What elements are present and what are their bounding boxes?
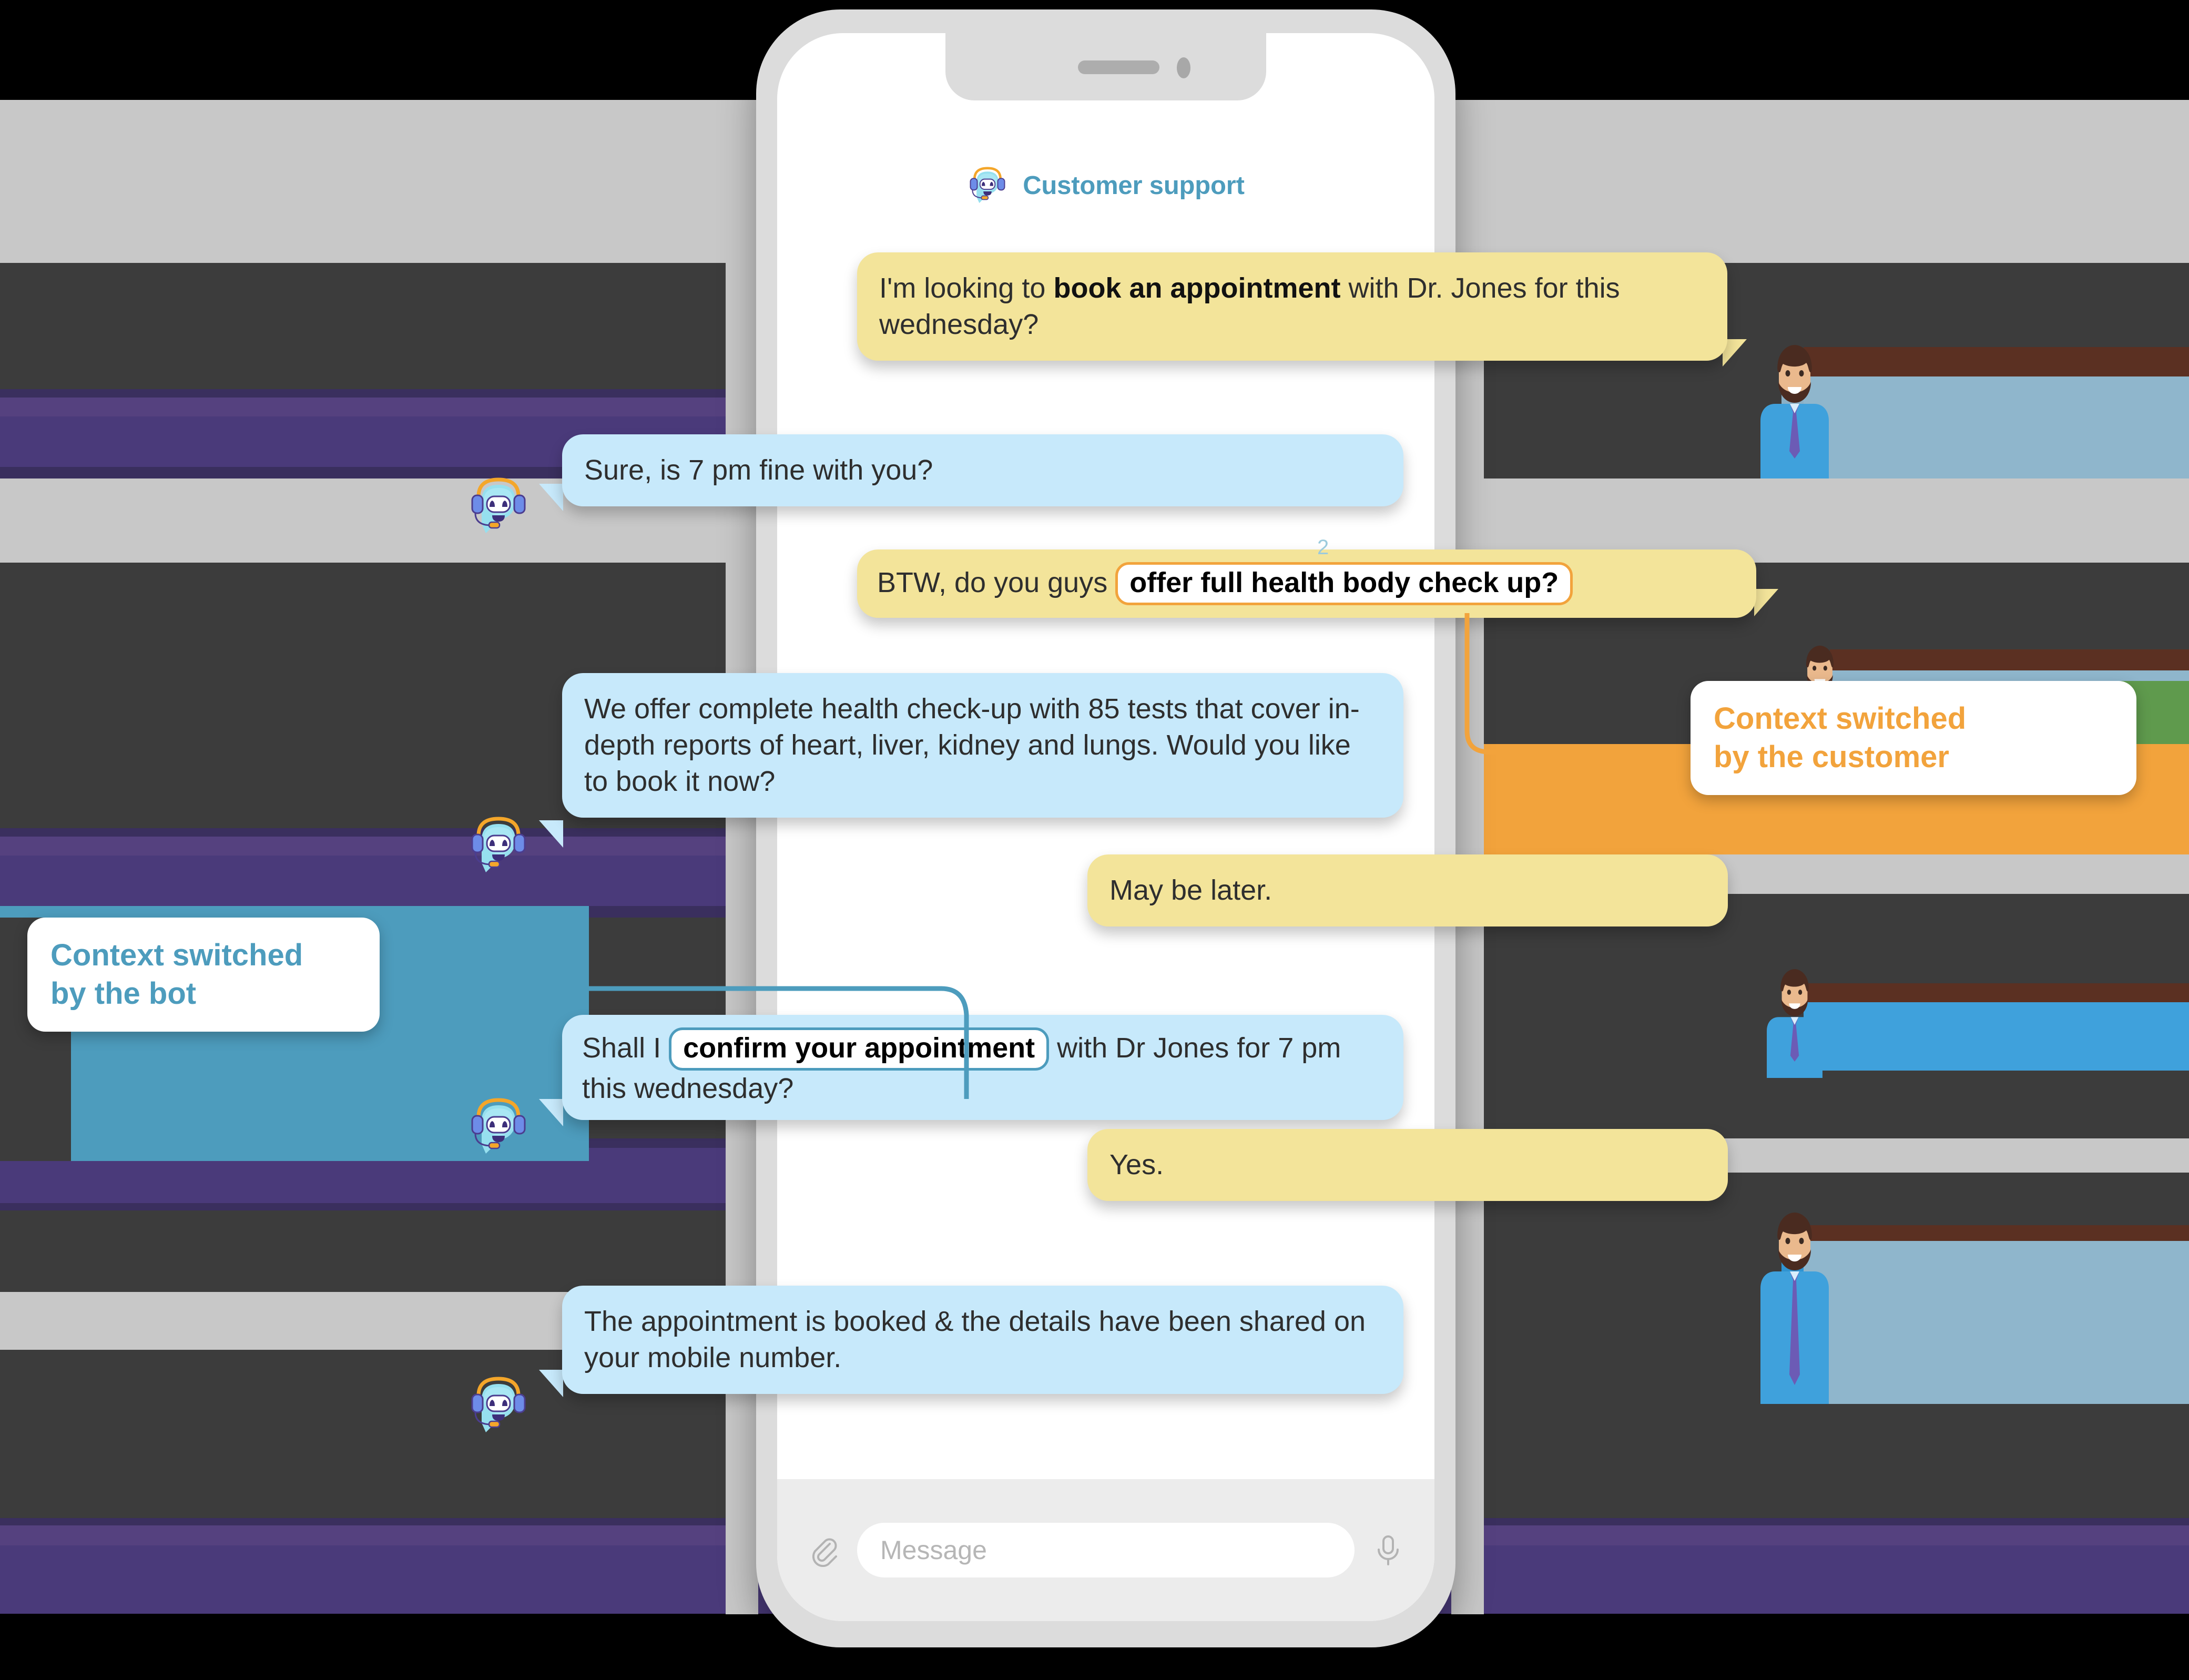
avatar-user-4 [1760,1204,1829,1404]
chat-bubble-user-3: BTW, do you guys offer full health body … [857,549,1756,618]
chat-bubble-bot-6: Shall I confirm your appointment with Dr… [562,1015,1403,1120]
callout-context-switched-customer: Context switched by the customer [1691,681,2136,795]
avatar-user-3 [1760,962,1829,1078]
chat-bubble-user-7: Yes. [1087,1129,1728,1202]
phone-camera-icon [1177,57,1190,78]
bg-right-brown-bar-2 [1830,649,2189,670]
bubble-text-3-prefix: BTW, do you guys [877,567,1116,598]
message-input-bar: Message [777,1479,1434,1621]
chat-bubble-bot-2: Sure, is 7 pm fine with you? [562,434,1403,507]
bg-right-blue-block-4 [1804,1241,2189,1404]
chatbot-headset-icon [967,164,1008,208]
page-title: Customer support [1023,171,1245,200]
bg-right-blue-block-3 [1804,1002,2189,1071]
bg-right-brown-bar [1804,347,2189,376]
phone-speaker [1078,60,1159,74]
message-input[interactable]: Message [857,1523,1355,1577]
chat-bubble-user-5: May be later. [1087,854,1728,927]
chat-bubble-bot-4: We offer complete health check-up with 8… [562,673,1403,818]
bg-right-blue-block-1 [1804,376,2189,478]
callout-bot-line1: Context switched [50,938,303,972]
avatar-bot-3 [467,1094,530,1183]
bubble-tail-3 [1754,589,1778,616]
bg-right-brown-bar-3 [1804,983,2189,1002]
microphone-icon[interactable] [1364,1533,1412,1567]
chat-header: Customer support [777,157,1434,215]
bubble-text-1b: book an appointment [1053,272,1341,304]
phone-notch [945,33,1266,100]
highlight-chip-blue: confirm your appointment [669,1027,1050,1071]
callout-bot-line2: by the bot [50,976,197,1011]
highlight-chip-orange: offer full health body check up? [1115,562,1573,606]
bg-right-brown-bar-4 [1804,1225,2189,1241]
bubble-text-1a: I'm looking to [879,272,1054,304]
bg-right-dark-4b [1484,1404,2189,1517]
avatar-bot-2 [467,812,530,902]
message-placeholder: Message [880,1535,987,1565]
avatar-bot-4 [467,1372,530,1462]
bubble-tail-8 [539,1370,563,1397]
chat-bubble-user-1: I'm looking to book an appointment with … [857,252,1727,361]
illustration-stage: Customer support Message I'm looking to … [0,0,2189,1680]
bubble-tail-6 [539,1099,563,1126]
chat-bubble-bot-8: The appointment is booked & the details … [562,1286,1403,1394]
bubble-text-6-prefix: Shall I [582,1032,669,1064]
callout-customer-line2: by the customer [1714,739,1949,774]
avatar-bot-1 [467,473,530,563]
bubble-tail-2 [539,484,563,511]
bubble-tail-4 [539,820,563,848]
context-marker-2: 2 [1317,536,1329,559]
avatar-user-1 [1760,337,1829,478]
paperclip-icon[interactable] [799,1533,848,1567]
callout-context-switched-bot: Context switched by the bot [27,918,380,1032]
callout-customer-line1: Context switched [1714,701,1967,736]
